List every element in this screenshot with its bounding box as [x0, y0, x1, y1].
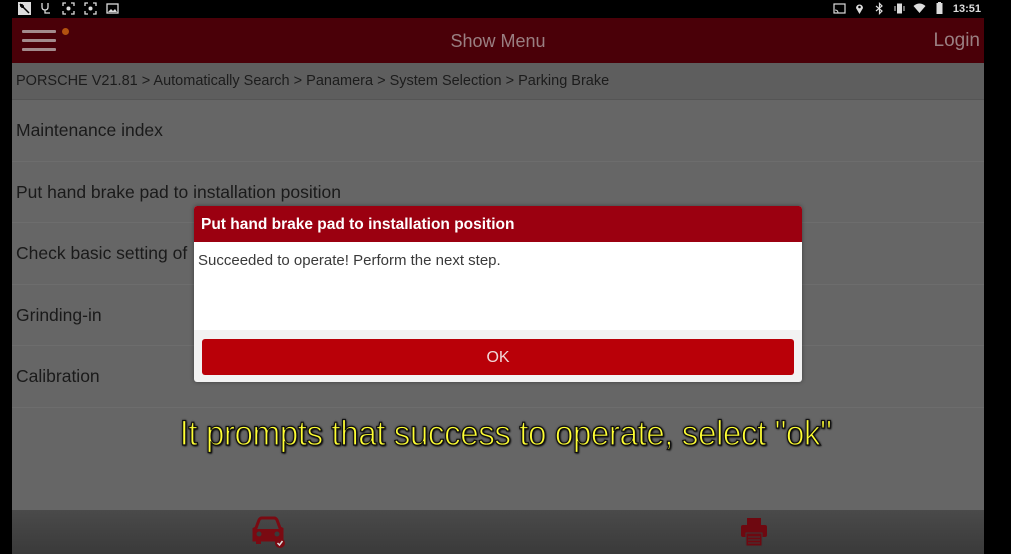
battery-icon [936, 2, 943, 14]
signal-boost-icon [18, 2, 31, 15]
car-check-icon[interactable] [249, 516, 287, 548]
result-dialog: Put hand brake pad to installation posit… [194, 206, 802, 382]
dialog-message: Succeeded to operate! Perform the next s… [194, 242, 802, 330]
login-button[interactable]: Login [934, 30, 981, 52]
list-item[interactable]: Maintenance index [12, 100, 984, 162]
ok-button[interactable]: OK [202, 339, 794, 375]
bottom-toolbar [12, 510, 984, 554]
screenshot-icon [62, 2, 75, 15]
dialog-title: Put hand brake pad to installation posit… [194, 206, 802, 242]
page-title[interactable]: Show Menu [12, 31, 984, 52]
screenshot-icon [84, 2, 97, 15]
breadcrumb: PORSCHE V21.81 > Automatically Search > … [12, 63, 984, 100]
printer-icon[interactable] [739, 516, 769, 548]
header-bar: Show Menu Login [12, 18, 984, 63]
vibrate-icon [894, 3, 905, 14]
video-caption: It prompts that success to operate, sele… [179, 413, 832, 453]
bluetooth-icon [875, 2, 883, 15]
image-icon [106, 3, 119, 14]
cast-icon [833, 3, 846, 14]
clock: 13:51 [952, 2, 981, 15]
status-bar: 13:51 [0, 0, 1011, 18]
wifi-icon [913, 3, 926, 13]
stethoscope-icon [41, 3, 50, 14]
location-icon [855, 4, 863, 15]
